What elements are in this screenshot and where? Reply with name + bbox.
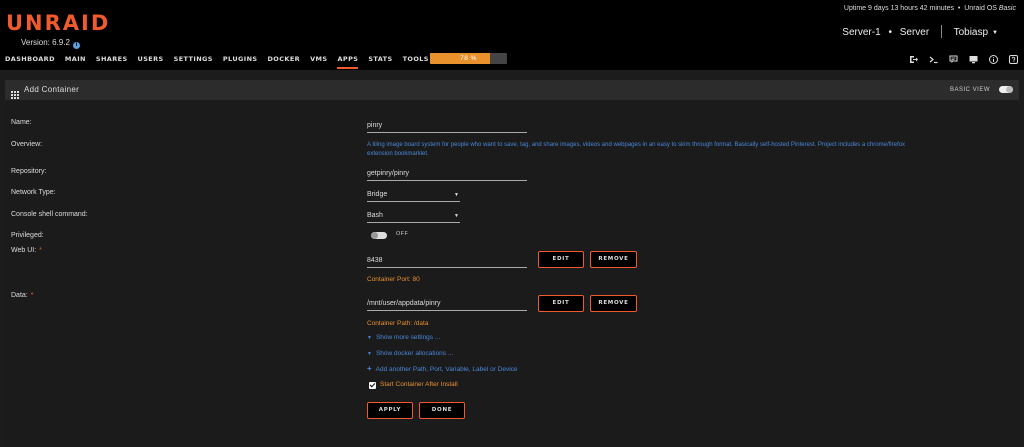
os-edition[interactable]: Basic [999,5,1016,12]
required-mark: * [39,247,42,254]
overview-label: Overview: [11,141,43,148]
webui-port-field[interactable]: 8438 [367,256,527,268]
server-name: Server-1 [842,27,881,38]
page-title: Add Container [24,85,80,94]
tab-stats[interactable]: STATS [368,52,392,70]
repository-field[interactable]: getpinry/pinry [367,169,527,181]
info-icon[interactable] [989,55,998,64]
nav-icon-group [898,55,1018,64]
basic-view-label: BASIC VIEW [949,87,990,93]
terminal-icon[interactable] [929,55,938,64]
add-another-text[interactable]: Add another Path, Port, Variable, Label … [376,366,518,373]
network-type-value: Bridge [367,191,388,198]
add-another-link[interactable]: + Add another Path, Port, Variable, Label… [367,364,518,373]
apply-button[interactable]: APPLY [367,402,413,419]
tab-main[interactable]: MAIN [65,52,86,70]
help-icon[interactable] [1009,55,1018,64]
start-after-install-label[interactable]: Start Container After Install [380,381,458,388]
show-more-settings-text[interactable]: Show more settings ... [376,334,440,341]
unraid-logo[interactable]: UNRAID [6,10,110,36]
version-label: Version: 6.9.2 [21,38,70,47]
dropdown-arrow-icon: ▼ [454,192,459,198]
tab-plugins[interactable]: PLUGINS [223,52,258,70]
show-docker-allocations-text[interactable]: Show docker allocations ... [376,350,453,357]
main-navigation: DASHBOARD MAIN SHARES USERS SETTINGS PLU… [0,52,1024,70]
container-path-note: Container Path: /data [367,320,429,327]
privileged-label: Privileged: [11,232,44,239]
logout-icon[interactable] [909,55,918,64]
info-icon[interactable]: i [72,42,80,49]
tab-shares[interactable]: SHARES [96,52,128,70]
data-label-text: Data: [11,292,28,299]
nav-tabs: DASHBOARD MAIN SHARES USERS SETTINGS PLU… [5,52,439,70]
server-info: Server-1 • Server Tobiasp ▼ [842,25,998,38]
overview-text: A tiling image board system for people w… [367,142,905,157]
server-description: Server [899,27,930,38]
add-container-panel: Add Container BASIC VIEW Name: pinry Ove… [5,80,1019,447]
webui-label-text: Web UI: [11,247,37,254]
privileged-state: OFF [396,231,409,237]
os-label: Unraid OS [964,5,999,12]
usage-progress-bar: 78 % [430,53,507,64]
basic-view-toggle[interactable] [999,86,1013,93]
webui-label: Web UI: * [11,247,42,254]
panel-title-bar: Add Container BASIC VIEW [5,80,1019,100]
uptime-bullet: • [957,5,961,12]
uptime-status: Uptime 9 days 13 hours 42 minutes • Unra… [844,5,1016,12]
dropdown-arrow-icon: ▼ [454,213,459,219]
grid-icon [11,86,19,104]
webui-remove-button[interactable]: REMOVE [590,251,637,268]
data-path-field[interactable]: /mnt/user/appdata/pinry [367,299,527,311]
header-divider [940,25,942,38]
user-name[interactable]: Tobiasp [954,27,988,38]
plus-icon: + [367,364,372,373]
network-type-select[interactable]: Bridge ▼ [367,190,460,202]
container-port-note: Container Port: 80 [367,276,420,283]
console-shell-value: Bash [367,212,383,219]
tab-dashboard[interactable]: DASHBOARD [5,52,55,70]
usage-progress-label: 78 % [460,55,477,62]
feedback-icon[interactable] [949,55,958,64]
data-label: Data: * [11,292,33,299]
done-button[interactable]: DONE [419,402,465,419]
console-shell-label: Console shell command: [11,211,88,218]
name-label: Name: [11,119,32,126]
uptime-text: Uptime 9 days 13 hours 42 minutes [843,5,955,12]
chevron-down-icon: ▼ [367,351,372,357]
tab-users[interactable]: USERS [138,52,164,70]
caret-down-icon[interactable]: ▼ [992,30,998,36]
server-dot: • [888,27,892,38]
monitor-icon[interactable] [969,55,978,64]
tab-apps[interactable]: APPS [337,52,359,69]
data-edit-button[interactable]: EDIT [538,295,584,312]
version-text: Version: 6.9.2 i [21,38,80,49]
header-bar: UNRAID Version: 6.9.2 i Uptime 9 days 13 … [0,0,1024,52]
required-mark: * [30,292,34,299]
webui-edit-button[interactable]: EDIT [538,251,584,268]
console-shell-select[interactable]: Bash ▼ [367,211,460,223]
name-field[interactable]: pinry [367,121,527,133]
privileged-toggle[interactable] [371,232,387,239]
user-menu[interactable]: Tobiasp ▼ [954,27,998,38]
tab-tools[interactable]: TOOLS [403,52,429,70]
show-more-settings-link[interactable]: ▼ Show more settings ... [367,334,440,341]
tab-settings[interactable]: SETTINGS [174,52,213,70]
repository-label: Repository: [11,168,47,175]
data-remove-button[interactable]: REMOVE [590,295,637,312]
tab-vms[interactable]: VMS [310,52,327,70]
show-docker-allocations-link[interactable]: ▼ Show docker allocations ... [367,350,453,357]
start-after-install-checkbox[interactable] [369,382,376,389]
network-type-label: Network Type: [11,189,56,196]
chevron-down-icon: ▼ [367,335,372,341]
tab-docker[interactable]: DOCKER [268,52,301,70]
